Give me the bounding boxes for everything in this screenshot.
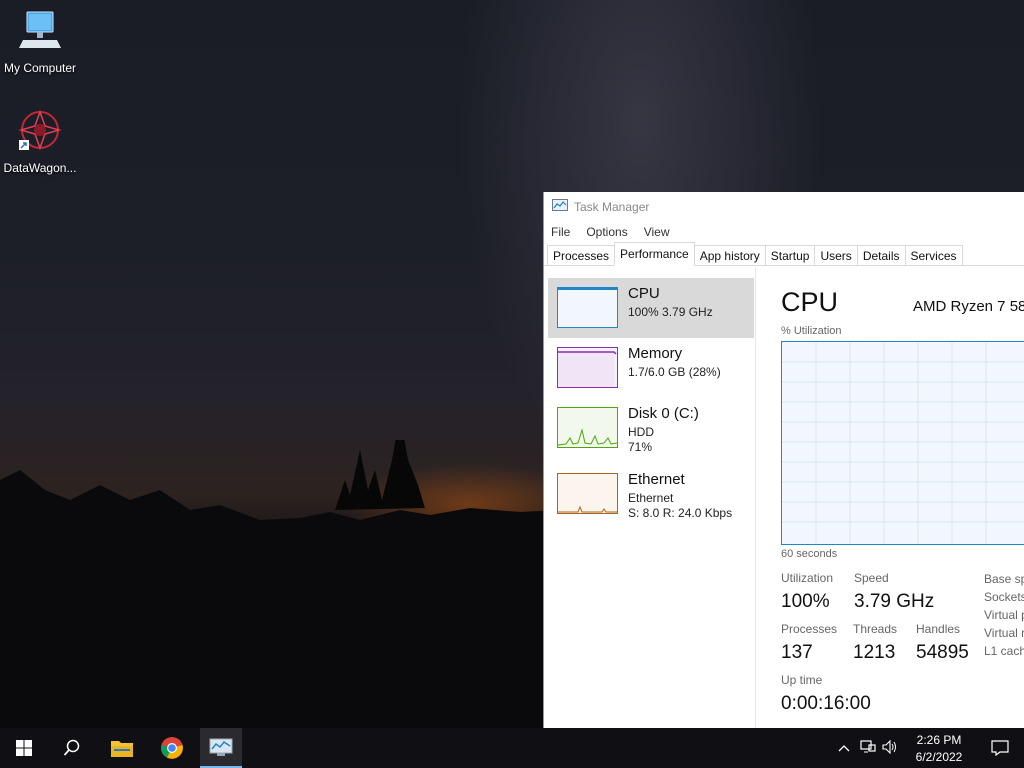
task-manager-icon bbox=[209, 738, 233, 756]
notification-icon bbox=[991, 740, 1009, 756]
cpu-thumbnail-graph bbox=[557, 287, 618, 328]
sidebar-item-detail: Ethernet bbox=[628, 491, 674, 505]
menu-bar: File Options View bbox=[544, 222, 1024, 242]
menu-file[interactable]: File bbox=[544, 225, 579, 239]
sidebar-item-detail: 100% 3.79 GHz bbox=[628, 305, 713, 319]
mountain-silhouette bbox=[0, 440, 560, 728]
time-axis-label: 60 seconds bbox=[781, 548, 838, 560]
threads-value: 1213 bbox=[853, 642, 896, 663]
clock-time: 2:26 PM bbox=[916, 732, 962, 747]
sidebar-item-cpu[interactable]: CPU 100% 3.79 GHz bbox=[548, 278, 754, 338]
sidebar-item-ethernet[interactable]: Ethernet Ethernet S: 8.0 R: 24.0 Kbps bbox=[548, 464, 754, 524]
tab-details[interactable]: Details bbox=[856, 245, 906, 265]
task-manager-window[interactable]: Task Manager File Options View Processes… bbox=[543, 192, 1024, 728]
clock[interactable]: 2:26 PM 6/2/2022 bbox=[908, 728, 970, 768]
show-hidden-icons-chevron-icon[interactable] bbox=[838, 741, 854, 755]
action-center-button[interactable] bbox=[976, 728, 1024, 768]
tab-startup[interactable]: Startup bbox=[764, 245, 816, 265]
memory-thumbnail-graph bbox=[557, 347, 618, 388]
cpu-detail-panel: CPU AMD Ryzen 7 58 % Utilization 60 seco… bbox=[781, 267, 1024, 728]
utilization-axis-label: % Utilization bbox=[781, 325, 842, 337]
sockets-label: Sockets bbox=[984, 590, 1024, 604]
threads-label: Threads bbox=[853, 622, 898, 636]
virtual-processors-label: Virtual p bbox=[984, 608, 1024, 622]
tab-services[interactable]: Services bbox=[904, 245, 963, 265]
windows-icon bbox=[16, 740, 32, 756]
base-speed-label: Base spe bbox=[984, 572, 1024, 586]
tab-processes[interactable]: Processes bbox=[547, 245, 616, 265]
search-button[interactable] bbox=[48, 728, 96, 768]
clock-date: 6/2/2022 bbox=[915, 749, 963, 764]
folder-icon bbox=[111, 741, 133, 757]
task-manager-icon bbox=[552, 198, 568, 216]
sidebar-item-label: Disk 0 (C:) bbox=[628, 405, 699, 422]
handles-label: Handles bbox=[916, 622, 961, 636]
sidebar-item-label: CPU bbox=[628, 285, 660, 302]
cpu-model: AMD Ryzen 7 58 bbox=[913, 298, 1024, 315]
speed-label: Speed bbox=[854, 571, 889, 585]
taskbar: 2:26 PM 6/2/2022 bbox=[0, 728, 1024, 768]
desktop-icon-datawagon[interactable]: DataWagon... bbox=[0, 108, 80, 175]
tab-users[interactable]: Users bbox=[814, 245, 858, 265]
disk-thumbnail-graph bbox=[557, 407, 618, 448]
handles-value: 54895 bbox=[916, 642, 969, 663]
sidebar-item-disk[interactable]: Disk 0 (C:) HDD 71% bbox=[548, 398, 754, 458]
title-bar[interactable]: Task Manager bbox=[544, 192, 1024, 222]
sidebar-item-label: Ethernet bbox=[628, 471, 685, 488]
cpu-utilization-graph bbox=[781, 341, 1024, 545]
menu-view[interactable]: View bbox=[637, 225, 679, 239]
processes-value: 137 bbox=[781, 642, 813, 663]
chrome-icon bbox=[161, 737, 183, 759]
speed-value: 3.79 GHz bbox=[854, 591, 935, 612]
l1-cache-label: L1 cach bbox=[984, 644, 1024, 658]
computer-icon bbox=[0, 10, 80, 57]
tab-performance[interactable]: Performance bbox=[614, 242, 695, 266]
processes-label: Processes bbox=[781, 622, 838, 636]
taskbar-chrome[interactable] bbox=[148, 728, 196, 768]
sidebar-item-label: Memory bbox=[628, 345, 683, 362]
taskbar-file-explorer[interactable] bbox=[98, 728, 146, 768]
system-tray bbox=[838, 728, 908, 768]
sidebar-item-detail: 1.7/6.0 GB (28%) bbox=[628, 365, 721, 379]
sidebar-item-detail: 71% bbox=[628, 440, 653, 454]
utilization-value: 100% bbox=[781, 591, 830, 612]
ethernet-thumbnail-graph bbox=[557, 473, 618, 514]
start-button[interactable] bbox=[0, 728, 48, 768]
detail-title: CPU bbox=[781, 287, 839, 317]
datawagon-icon bbox=[0, 108, 80, 157]
menu-options[interactable]: Options bbox=[579, 225, 636, 239]
network-icon[interactable] bbox=[860, 739, 876, 757]
taskbar-task-manager[interactable] bbox=[200, 728, 242, 768]
tab-app-history[interactable]: App history bbox=[693, 245, 766, 265]
performance-panel: CPU 100% 3.79 GHz Memory 1.7/6.0 GB (28%… bbox=[544, 267, 1024, 728]
sidebar-item-detail: S: 8.0 R: 24.0 Kbps bbox=[628, 506, 733, 520]
utilization-label: Utilization bbox=[781, 571, 834, 585]
virtual-machine-label: Virtual r bbox=[984, 626, 1024, 640]
panel-divider bbox=[755, 267, 756, 728]
sidebar-item-detail: HDD bbox=[628, 425, 654, 439]
desktop-icon-label: DataWagon... bbox=[3, 161, 77, 175]
resource-sidebar: CPU 100% 3.79 GHz Memory 1.7/6.0 GB (28%… bbox=[548, 278, 754, 524]
tab-strip: Processes Performance App history Startu… bbox=[544, 242, 1024, 266]
volume-icon[interactable] bbox=[882, 739, 898, 757]
search-icon bbox=[63, 739, 80, 756]
window-title: Task Manager bbox=[574, 200, 650, 214]
uptime-label: Up time bbox=[781, 673, 823, 687]
sidebar-item-memory[interactable]: Memory 1.7/6.0 GB (28%) bbox=[548, 338, 754, 398]
uptime-value: 0:00:16:00 bbox=[781, 693, 871, 714]
desktop-icon-label: My Computer bbox=[3, 61, 77, 75]
desktop-icon-my-computer[interactable]: My Computer bbox=[0, 10, 80, 75]
